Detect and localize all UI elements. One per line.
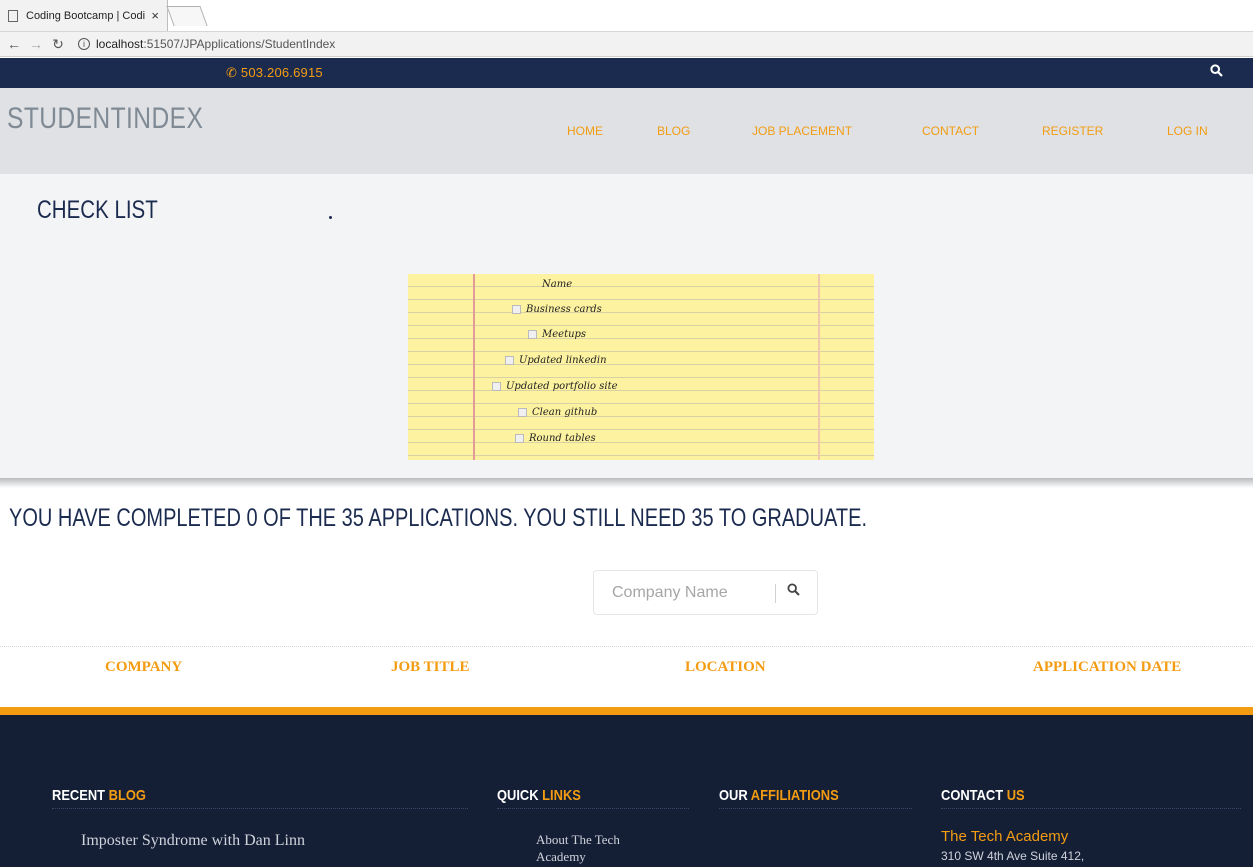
- column-header-application-date[interactable]: APPLICATION DATE: [1033, 659, 1181, 676]
- column-header-company[interactable]: COMPANY: [105, 659, 182, 676]
- footer-quick-link-line: Academy: [536, 849, 586, 864]
- footer-heading-accent: AFFILIATIONS: [750, 787, 839, 804]
- main-content: CHECK LIST Name Business cards Meetups U…: [0, 174, 1253, 478]
- url-field[interactable]: i localhost :51507/JPApplications/Studen…: [78, 37, 335, 51]
- nav-log-in[interactable]: LOG IN: [1167, 124, 1208, 138]
- reload-icon[interactable]: ↻: [50, 36, 66, 53]
- url-host: localhost: [96, 37, 144, 51]
- address-bar: ← → ↻ i localhost :51507/JPApplications/…: [0, 31, 1253, 57]
- company-search-input[interactable]: [612, 581, 772, 605]
- checklist-item: Business cards: [408, 304, 874, 315]
- new-tab-button[interactable]: [166, 6, 208, 26]
- search-icon[interactable]: [787, 583, 800, 596]
- nav-home[interactable]: HOME: [567, 124, 603, 138]
- nav-register[interactable]: REGISTER: [1042, 124, 1103, 138]
- footer-heading-text: CONTACT: [941, 787, 1004, 804]
- checkbox[interactable]: [528, 330, 537, 339]
- table-divider: [0, 646, 1253, 647]
- checklist-heading: Name: [408, 279, 874, 290]
- checklist-item-label: Round tables: [529, 433, 596, 444]
- phone-text: 503.206.6915: [240, 65, 323, 80]
- checklist-item: Updated portfolio site: [408, 381, 874, 392]
- footer-heading-accent: US: [1006, 787, 1025, 804]
- url-path: :51507/JPApplications/StudentIndex: [143, 37, 336, 51]
- site-header: STUDENTINDEX HOME BLOG JOB PLACEMENT CON…: [0, 88, 1253, 174]
- footer-heading-recent-blog: RECENT BLOG: [52, 787, 146, 804]
- footer-quick-link[interactable]: About The Tech Academy: [536, 831, 620, 865]
- checklist-item: Meetups: [408, 329, 874, 340]
- nav-blog[interactable]: BLOG: [657, 124, 690, 138]
- footer-heading-text: OUR: [719, 787, 748, 804]
- checklist-item-label: Meetups: [542, 329, 587, 340]
- info-icon[interactable]: i: [78, 38, 90, 50]
- column-header-location[interactable]: LOCATION: [685, 659, 766, 676]
- checklist-item: Round tables: [408, 433, 874, 444]
- top-bar: ✆ 503.206.6915: [0, 58, 1253, 88]
- footer-blog-link[interactable]: Imposter Syndrome with Dan Linn: [81, 832, 305, 850]
- checklist-item-label: Clean github: [532, 407, 598, 418]
- phone-icon: ✆: [226, 65, 238, 80]
- footer-heading-text: RECENT: [52, 787, 106, 804]
- company-search: [593, 570, 818, 615]
- phone-number[interactable]: ✆ 503.206.6915: [226, 65, 323, 81]
- checklist-item-label: Business cards: [526, 304, 602, 315]
- section-shadow: [0, 478, 1253, 488]
- checkbox[interactable]: [505, 356, 514, 365]
- nav-job-placement[interactable]: JOB PLACEMENT: [752, 124, 852, 138]
- search-icon[interactable]: [1210, 64, 1223, 77]
- tab-title: Coding Bootcamp | Codi: [26, 9, 146, 22]
- checklist-item: Clean github: [408, 407, 874, 418]
- footer-org-name: The Tech Academy: [941, 828, 1069, 845]
- footer-rule: [941, 808, 1241, 809]
- footer-heading-contact: CONTACT US: [941, 787, 1025, 804]
- applications-summary: YOU HAVE COMPLETED 0 OF THE 35 APPLICATI…: [9, 504, 868, 532]
- site-logo[interactable]: STUDENTINDEX: [7, 102, 203, 136]
- footer-rule: [719, 808, 912, 809]
- checklist-item: Updated linkedin: [408, 355, 874, 366]
- footer-quick-link-line: About The Tech: [536, 832, 620, 847]
- footer-heading-accent: BLOG: [108, 787, 146, 804]
- footer-heading-text: QUICK: [497, 787, 539, 804]
- browser-tabstrip: Coding Bootcamp | Codi ×: [0, 0, 1253, 31]
- checklist-heading-text: Name: [542, 279, 573, 290]
- checklist-item-label: Updated portfolio site: [506, 381, 618, 392]
- checkbox[interactable]: [515, 434, 524, 443]
- footer-heading-affiliations: OUR AFFILIATIONS: [719, 787, 839, 804]
- checkbox[interactable]: [512, 305, 521, 314]
- site-footer: RECENT BLOG Imposter Syndrome with Dan L…: [0, 715, 1253, 867]
- column-header-job-title[interactable]: JOB TITLE: [391, 659, 470, 676]
- checkbox[interactable]: [492, 382, 501, 391]
- decorative-dot: [329, 216, 332, 219]
- close-icon[interactable]: ×: [151, 8, 159, 23]
- check-list-title: CHECK LIST: [37, 196, 158, 224]
- footer-heading-quick-links: QUICK LINKS: [497, 787, 581, 804]
- checkbox[interactable]: [518, 408, 527, 417]
- page-icon: [8, 9, 18, 22]
- footer-address: 310 SW 4th Ave Suite 412,: [941, 849, 1085, 863]
- back-arrow-icon[interactable]: ←: [6, 36, 22, 52]
- forward-arrow-icon[interactable]: →: [28, 36, 44, 52]
- footer-rule: [52, 808, 468, 809]
- footer-heading-accent: LINKS: [542, 787, 581, 804]
- search-separator: [775, 584, 776, 603]
- footer-rule: [497, 808, 689, 809]
- checklist-notepad: Name Business cards Meetups Updated link…: [408, 274, 874, 460]
- browser-tab[interactable]: Coding Bootcamp | Codi ×: [0, 0, 168, 31]
- nav-contact[interactable]: CONTACT: [922, 124, 979, 138]
- checklist-item-label: Updated linkedin: [519, 355, 607, 366]
- footer-accent-bar: [0, 707, 1253, 715]
